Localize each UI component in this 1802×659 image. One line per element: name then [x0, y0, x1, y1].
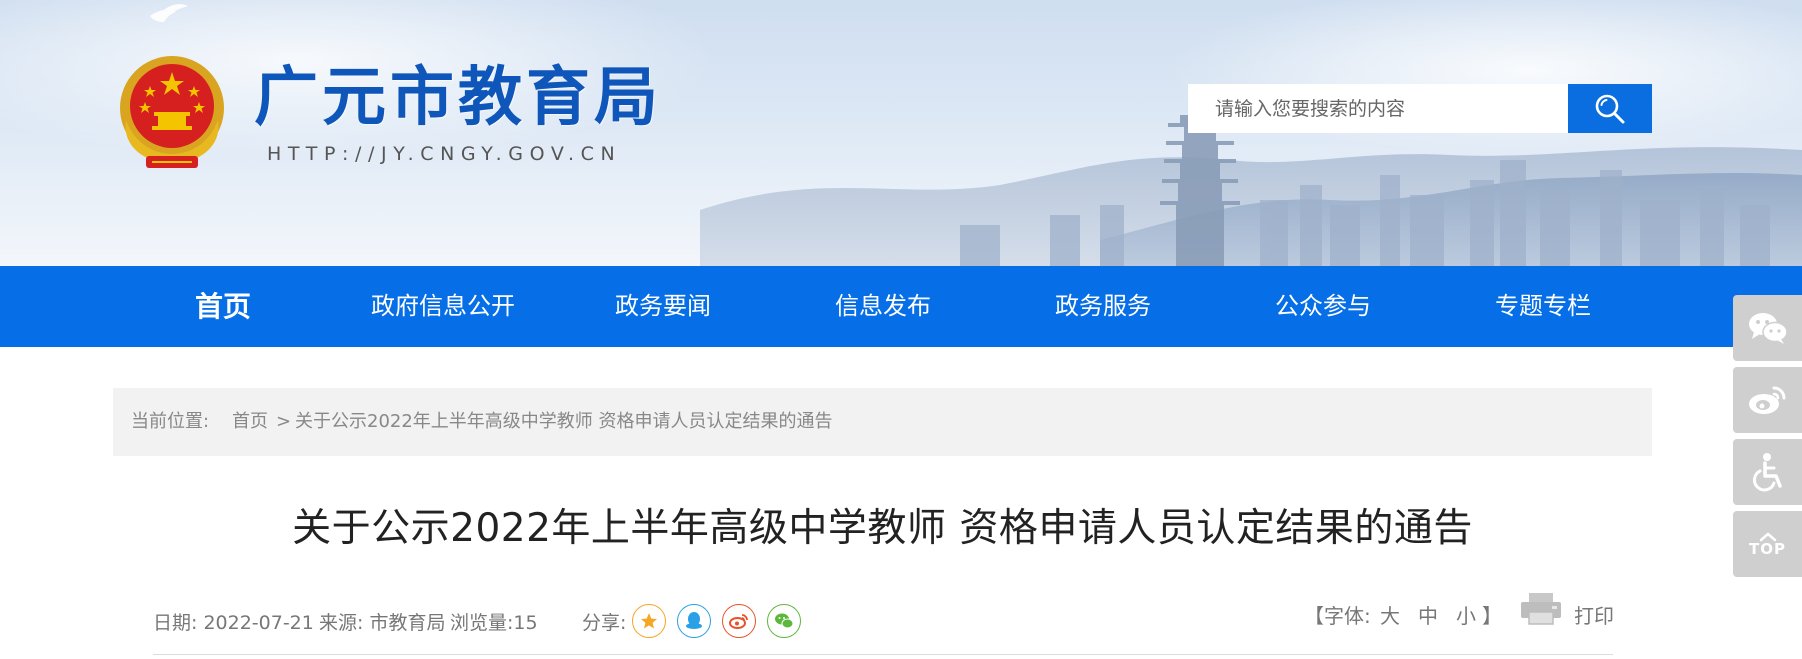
site-banner: 广元市教育局 HTTP://JY.CNGY.GOV.CN: [0, 0, 1802, 266]
qq-icon: [686, 612, 702, 629]
back-to-top-button[interactable]: TOP: [1733, 511, 1802, 577]
nav-item-announcements[interactable]: 信息发布: [835, 266, 931, 347]
share-qzone-button[interactable]: [632, 604, 666, 638]
nav-item-news[interactable]: 政务要闻: [615, 266, 711, 347]
search-button[interactable]: [1568, 84, 1652, 133]
wechat-icon: [775, 613, 794, 629]
font-size-small-button[interactable]: 小: [1456, 600, 1476, 629]
wechat-icon: [1748, 313, 1788, 344]
font-size-close-bracket: 】: [1482, 604, 1502, 628]
site-url: HTTP://JY.CNGY.GOV.CN: [267, 143, 622, 165]
accessibility-icon: [1752, 453, 1782, 492]
nav-item-gov-info[interactable]: 政府信息公开: [371, 266, 515, 347]
search-icon: [1595, 94, 1625, 123]
breadcrumb-label: 当前位置:: [131, 411, 210, 432]
breadcrumb-current-link[interactable]: 关于公示2022年上半年高级中学教师 资格申请人员认定结果的通告: [295, 388, 833, 456]
share-weibo-button[interactable]: [722, 604, 756, 638]
site-title: 广元市教育局: [254, 60, 662, 135]
article-title: 关于公示2022年上半年高级中学教师 资格申请人员认定结果的通告: [292, 506, 1473, 551]
main-nav: 首页 政府信息公开 政务要闻 信息发布 政务服务 公众参与 专题专栏: [0, 266, 1802, 347]
article-date: 日期: 2022-07-21: [153, 612, 314, 634]
print-icon[interactable]: [1519, 592, 1563, 626]
meta-divider: [153, 654, 1613, 655]
font-size-large-button[interactable]: 大: [1380, 600, 1400, 629]
side-weibo-button[interactable]: [1733, 367, 1802, 433]
nav-item-special-topics[interactable]: 专题专栏: [1495, 266, 1591, 347]
side-accessibility-button[interactable]: [1733, 439, 1802, 505]
weibo-icon: [729, 614, 748, 629]
font-size-open-bracket: 【字体:: [1304, 604, 1371, 628]
share-wechat-button[interactable]: [767, 604, 801, 638]
side-wechat-button[interactable]: [1733, 295, 1802, 361]
national-emblem-logo: [120, 56, 224, 168]
share-qq-button[interactable]: [677, 604, 711, 638]
breadcrumb-separator: >: [276, 411, 292, 432]
search-input[interactable]: [1188, 84, 1568, 133]
font-size-medium-button[interactable]: 中: [1418, 600, 1438, 629]
nav-item-home[interactable]: 首页: [195, 266, 251, 347]
share-label: 分享:: [582, 612, 627, 634]
print-button[interactable]: 打印: [1574, 600, 1614, 629]
weibo-icon: [1748, 386, 1785, 414]
breadcrumb: 当前位置: 首页 > 关于公示2022年上半年高级中学教师 资格申请人员认定结果…: [113, 388, 1652, 456]
back-to-top-label: TOP: [1749, 539, 1786, 558]
breadcrumb-home-link[interactable]: 首页: [232, 388, 268, 456]
nav-item-participation[interactable]: 公众参与: [1275, 266, 1371, 347]
qzone-icon: [641, 613, 657, 629]
search-box: [1188, 84, 1652, 133]
article-views: 浏览量:15: [450, 612, 538, 634]
article-source: 来源: 市教育局: [319, 612, 446, 634]
nav-item-services[interactable]: 政务服务: [1055, 266, 1151, 347]
